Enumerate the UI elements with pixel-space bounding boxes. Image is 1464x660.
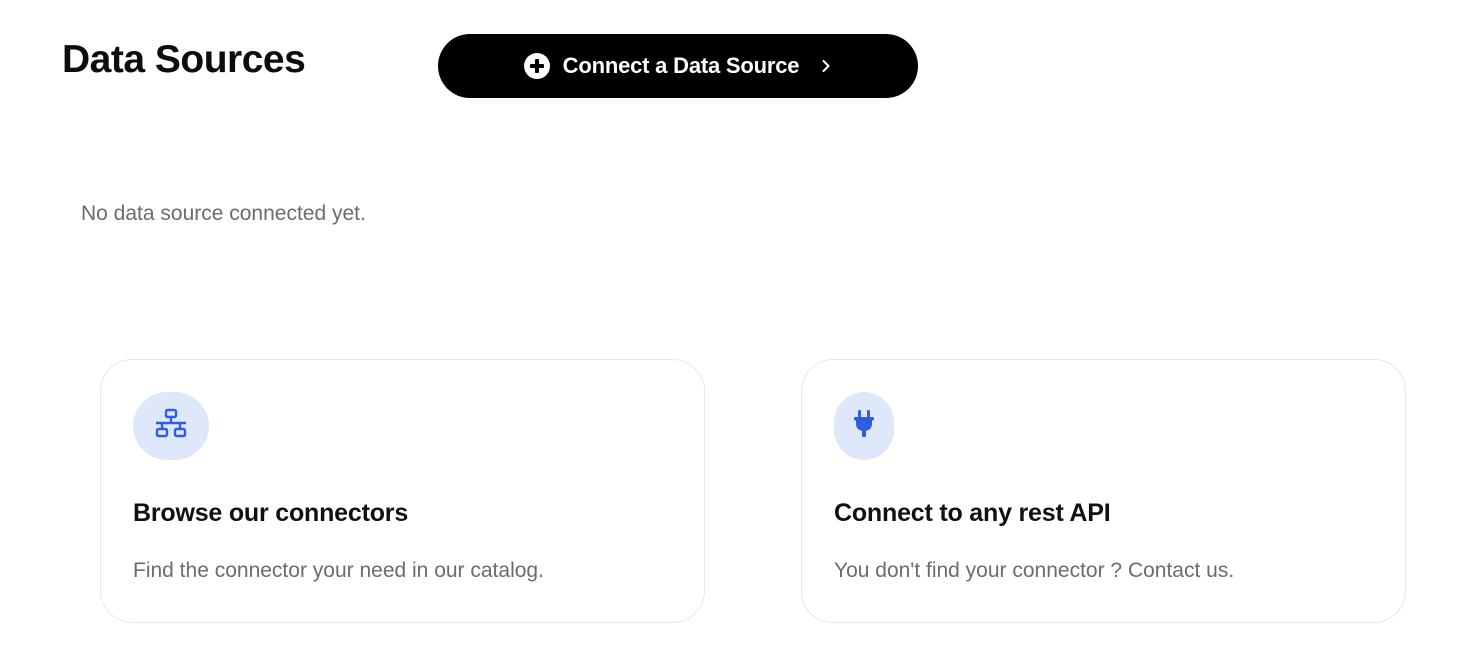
connect-data-source-button[interactable]: Connect a Data Source	[438, 34, 918, 98]
page-title: Data Sources	[62, 38, 306, 81]
card-title: Connect to any rest API	[834, 499, 1111, 527]
data-sources-page: Data Sources Connect a Data Source No da…	[0, 0, 1464, 660]
plug-icon	[851, 409, 877, 444]
chevron-right-icon	[819, 59, 833, 73]
card-description: You don't find your connector ? Contact …	[834, 559, 1235, 582]
connect-rest-api-card[interactable]: Connect to any rest API You don't find y…	[801, 359, 1406, 623]
card-description: Find the connector your need in our cata…	[133, 559, 544, 582]
plus-circle-icon	[523, 52, 551, 80]
network-icon-badge	[133, 392, 209, 460]
empty-state-message: No data source connected yet.	[81, 202, 366, 225]
card-title: Browse our connectors	[133, 499, 409, 527]
browse-connectors-card[interactable]: Browse our connectors Find the connector…	[100, 359, 705, 623]
connect-data-source-label: Connect a Data Source	[562, 53, 800, 78]
network-icon	[153, 408, 189, 445]
plug-icon-badge	[834, 392, 894, 460]
